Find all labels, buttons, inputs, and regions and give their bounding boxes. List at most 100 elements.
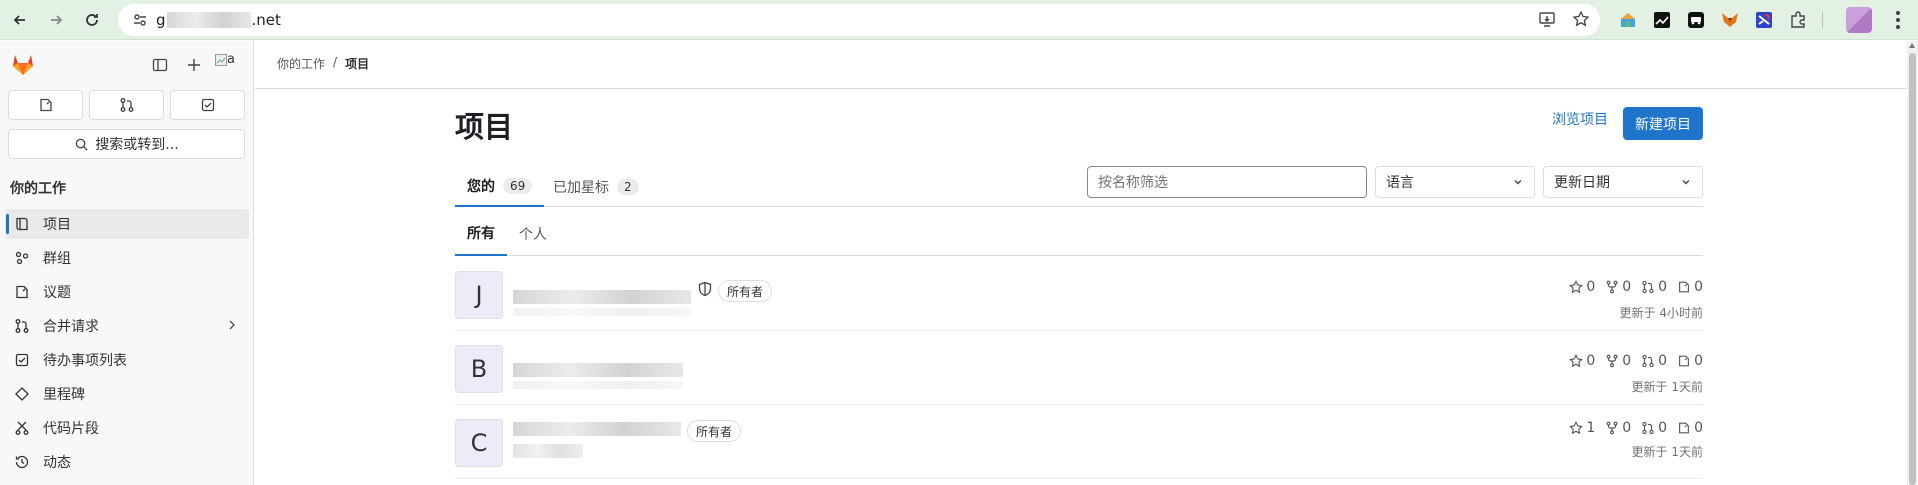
issues-icon xyxy=(1677,354,1691,368)
sidebar-nav: 项目 群组 议题 合并请求 待办事项列表 里程碑 代码片段 动态 xyxy=(5,209,249,481)
stars-count[interactable]: 1 xyxy=(1569,420,1595,436)
updated-time: 更新于 1天前 xyxy=(1631,380,1703,394)
create-new-icon[interactable] xyxy=(182,53,206,77)
breadcrumb-separator: / xyxy=(333,55,338,69)
star-icon xyxy=(1569,280,1584,294)
reload-icon[interactable] xyxy=(78,6,106,34)
browser-menu-icon[interactable] xyxy=(1888,8,1908,32)
tab-label: 已加星标 xyxy=(553,179,609,196)
language-dropdown[interactable]: 语言 xyxy=(1375,166,1535,198)
project-name-redacted[interactable] xyxy=(513,363,683,377)
stars-value: 0 xyxy=(1586,353,1596,369)
tab-yours[interactable]: 您的 69 xyxy=(455,166,545,207)
merge-requests-value: 0 xyxy=(1658,420,1668,436)
site-info-icon[interactable] xyxy=(130,10,150,30)
merge-requests-button[interactable] xyxy=(89,90,164,120)
merge-requests-count[interactable]: 0 xyxy=(1641,353,1667,369)
bookmark-star-icon[interactable] xyxy=(1572,10,1590,28)
forks-count[interactable]: 0 xyxy=(1605,420,1631,436)
address-bar[interactable]: g .net xyxy=(118,4,1600,36)
issues-count[interactable]: 0 xyxy=(1677,420,1703,436)
extension-fox-icon[interactable] xyxy=(1718,8,1742,32)
back-icon[interactable] xyxy=(6,6,34,34)
page-title: 项目 xyxy=(455,110,514,144)
project-name-redacted-line2[interactable] xyxy=(513,444,583,458)
sidebar-item-activity[interactable]: 动态 xyxy=(5,447,249,477)
merge-request-icon xyxy=(13,317,31,335)
sidebar-item-issues[interactable]: 议题 xyxy=(5,277,249,307)
stars-count[interactable]: 0 xyxy=(1569,279,1595,295)
sidebar-item-label: 群组 xyxy=(43,251,71,267)
top-bar: 你的工作 / 项目 xyxy=(255,41,1907,89)
sort-dropdown-label: 更新日期 xyxy=(1554,175,1610,191)
sidebar-item-projects[interactable]: 项目 xyxy=(5,209,249,239)
collapse-sidebar-icon[interactable] xyxy=(148,53,172,77)
extension-car-icon[interactable] xyxy=(1684,8,1708,32)
sidebar-item-milestones[interactable]: 里程碑 xyxy=(5,379,249,409)
project-row[interactable]: C 所有者 1 0 0 0 更新于 1天前 xyxy=(455,406,1703,479)
project-avatar[interactable]: C xyxy=(455,419,503,467)
project-name-redacted[interactable] xyxy=(513,422,681,436)
project-path-redacted xyxy=(513,381,683,389)
extension-shield-icon[interactable] xyxy=(1752,8,1776,32)
merge-request-icon xyxy=(119,97,135,113)
install-app-icon[interactable] xyxy=(1538,10,1556,28)
sidebar-item-todos[interactable]: 待办事项列表 xyxy=(5,345,249,375)
star-icon xyxy=(1569,421,1584,435)
forks-count[interactable]: 0 xyxy=(1605,353,1631,369)
user-avatar-alt: a xyxy=(227,52,235,67)
forks-count[interactable]: 0 xyxy=(1605,279,1631,295)
project-avatar[interactable]: J xyxy=(455,271,503,319)
stars-count[interactable]: 0 xyxy=(1569,353,1595,369)
count-buttons xyxy=(8,90,245,120)
extension-chart-icon[interactable] xyxy=(1650,8,1674,32)
name-filter-input[interactable]: 按名称筛选 xyxy=(1087,166,1367,198)
explore-projects-button[interactable]: 浏览项目 xyxy=(1552,109,1608,129)
star-icon xyxy=(1569,354,1584,368)
tab-starred[interactable]: 已加星标 2 xyxy=(541,166,651,207)
sidebar-item-groups[interactable]: 群组 xyxy=(5,243,249,273)
snippet-icon xyxy=(13,419,31,437)
group-icon xyxy=(13,249,31,267)
chevron-right-icon xyxy=(225,318,239,332)
issues-icon xyxy=(38,97,54,113)
forward-icon[interactable] xyxy=(42,6,70,34)
merge-requests-count[interactable]: 0 xyxy=(1641,279,1667,295)
page-scrollbar[interactable] xyxy=(1907,41,1918,485)
extensions-puzzle-icon[interactable] xyxy=(1786,8,1810,32)
breadcrumb-current[interactable]: 项目 xyxy=(345,55,369,72)
project-row[interactable]: J 所有者 0 0 0 0 更新于 4小时前 xyxy=(455,258,1703,331)
milestone-icon xyxy=(13,385,31,403)
issues-value: 0 xyxy=(1694,353,1703,369)
todo-icon xyxy=(200,97,216,113)
project-name-redacted[interactable] xyxy=(513,290,691,304)
project-stats: 1 0 0 0 xyxy=(1569,420,1703,436)
new-project-button[interactable]: 新建项目 xyxy=(1623,107,1703,140)
issues-count[interactable]: 0 xyxy=(1677,353,1703,369)
issues-count[interactable]: 0 xyxy=(1677,279,1703,295)
assigned-issues-button[interactable] xyxy=(8,90,83,120)
project-row[interactable]: B 0 0 0 0 更新于 1天前 xyxy=(455,332,1703,405)
gitlab-logo-icon[interactable] xyxy=(10,51,36,77)
sidebar-item-merge-requests[interactable]: 合并请求 xyxy=(5,311,249,341)
project-avatar[interactable]: B xyxy=(455,345,503,393)
extension-home-icon[interactable] xyxy=(1616,8,1640,32)
forks-value: 0 xyxy=(1622,279,1632,295)
todo-icon xyxy=(13,351,31,369)
issues-value: 0 xyxy=(1694,420,1703,436)
merge-requests-count[interactable]: 0 xyxy=(1641,420,1667,436)
subtab-personal[interactable]: 个人 xyxy=(507,211,559,256)
profile-avatar[interactable] xyxy=(1846,7,1872,33)
user-avatar[interactable]: a xyxy=(215,52,243,76)
scrollbar-thumb[interactable] xyxy=(1909,53,1916,485)
todos-button[interactable] xyxy=(170,90,245,120)
search-button[interactable]: 搜索或转到... xyxy=(8,129,245,159)
forks-value: 0 xyxy=(1622,420,1632,436)
sidebar-item-label: 里程碑 xyxy=(43,387,85,403)
sort-dropdown[interactable]: 更新日期 xyxy=(1543,166,1703,198)
subtab-all[interactable]: 所有 xyxy=(455,211,507,256)
scroll-up-arrow-icon[interactable] xyxy=(1909,43,1915,48)
sidebar-item-snippets[interactable]: 代码片段 xyxy=(5,413,249,443)
merge-request-icon xyxy=(1641,354,1655,368)
breadcrumb-your-work[interactable]: 你的工作 xyxy=(277,55,325,72)
